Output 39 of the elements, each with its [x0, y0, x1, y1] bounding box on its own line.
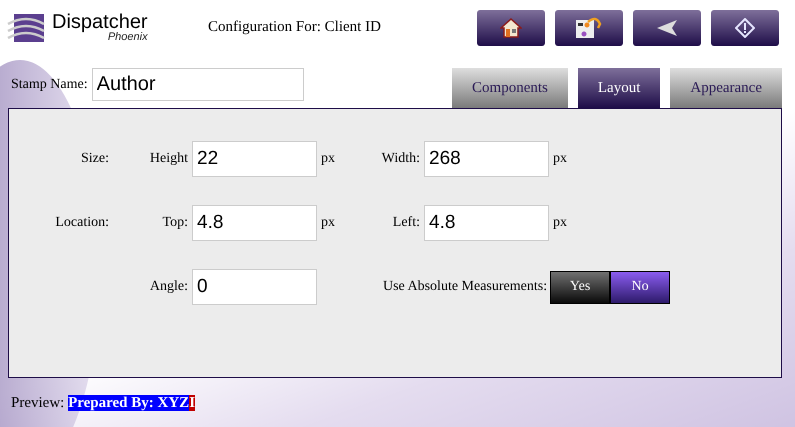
tab[interactable]: Components [452, 68, 568, 108]
input-field[interactable]: 268 [424, 141, 549, 177]
home-button[interactable] [477, 10, 545, 46]
field-label: Height [150, 151, 188, 167]
input-field[interactable]: 22 [192, 141, 317, 177]
workflow-button[interactable] [555, 10, 623, 46]
workflow-undo-icon [574, 16, 604, 40]
logo-subtitle: Phoenix [108, 32, 148, 43]
toggle-option[interactable]: No [610, 270, 670, 304]
field-label: Width: [382, 151, 420, 167]
field-label: Left: [392, 215, 420, 231]
row-label: Location: [55, 215, 109, 230]
input-field[interactable]: 4.8 [192, 205, 317, 241]
input-field[interactable]: 0 [192, 269, 317, 305]
unit-label: px [553, 215, 567, 230]
preview-text: Prepared By: XYZ [68, 395, 190, 411]
field-label: Top: [162, 215, 188, 231]
stamp-name-label: Stamp Name: [11, 76, 88, 92]
page-title: Configuration For: Client ID [208, 19, 381, 36]
stamp-name-field[interactable]: Author [92, 68, 304, 101]
tab[interactable]: Layout [578, 68, 660, 108]
diamond-info-icon [735, 18, 755, 38]
unit-label: px [321, 151, 335, 166]
toggle-label: Use Absolute Measurements: [383, 279, 548, 295]
logo-icon [6, 12, 46, 44]
back-button[interactable] [633, 10, 701, 46]
back-arrow-icon [656, 18, 678, 36]
info-button[interactable] [711, 10, 779, 46]
field-label: Angle: [150, 279, 188, 295]
unit-label: px [553, 151, 567, 166]
tab[interactable]: Appearance [670, 68, 782, 108]
preview-label: Preview: [11, 395, 64, 411]
house-icon [500, 18, 522, 38]
toggle-option[interactable]: Yes [550, 270, 610, 304]
unit-label: px [321, 215, 335, 230]
logo-name: Dispatcher [52, 12, 148, 32]
preview-text: I [189, 395, 196, 411]
row-label: Size: [81, 151, 109, 166]
input-field[interactable]: 4.8 [424, 205, 549, 241]
